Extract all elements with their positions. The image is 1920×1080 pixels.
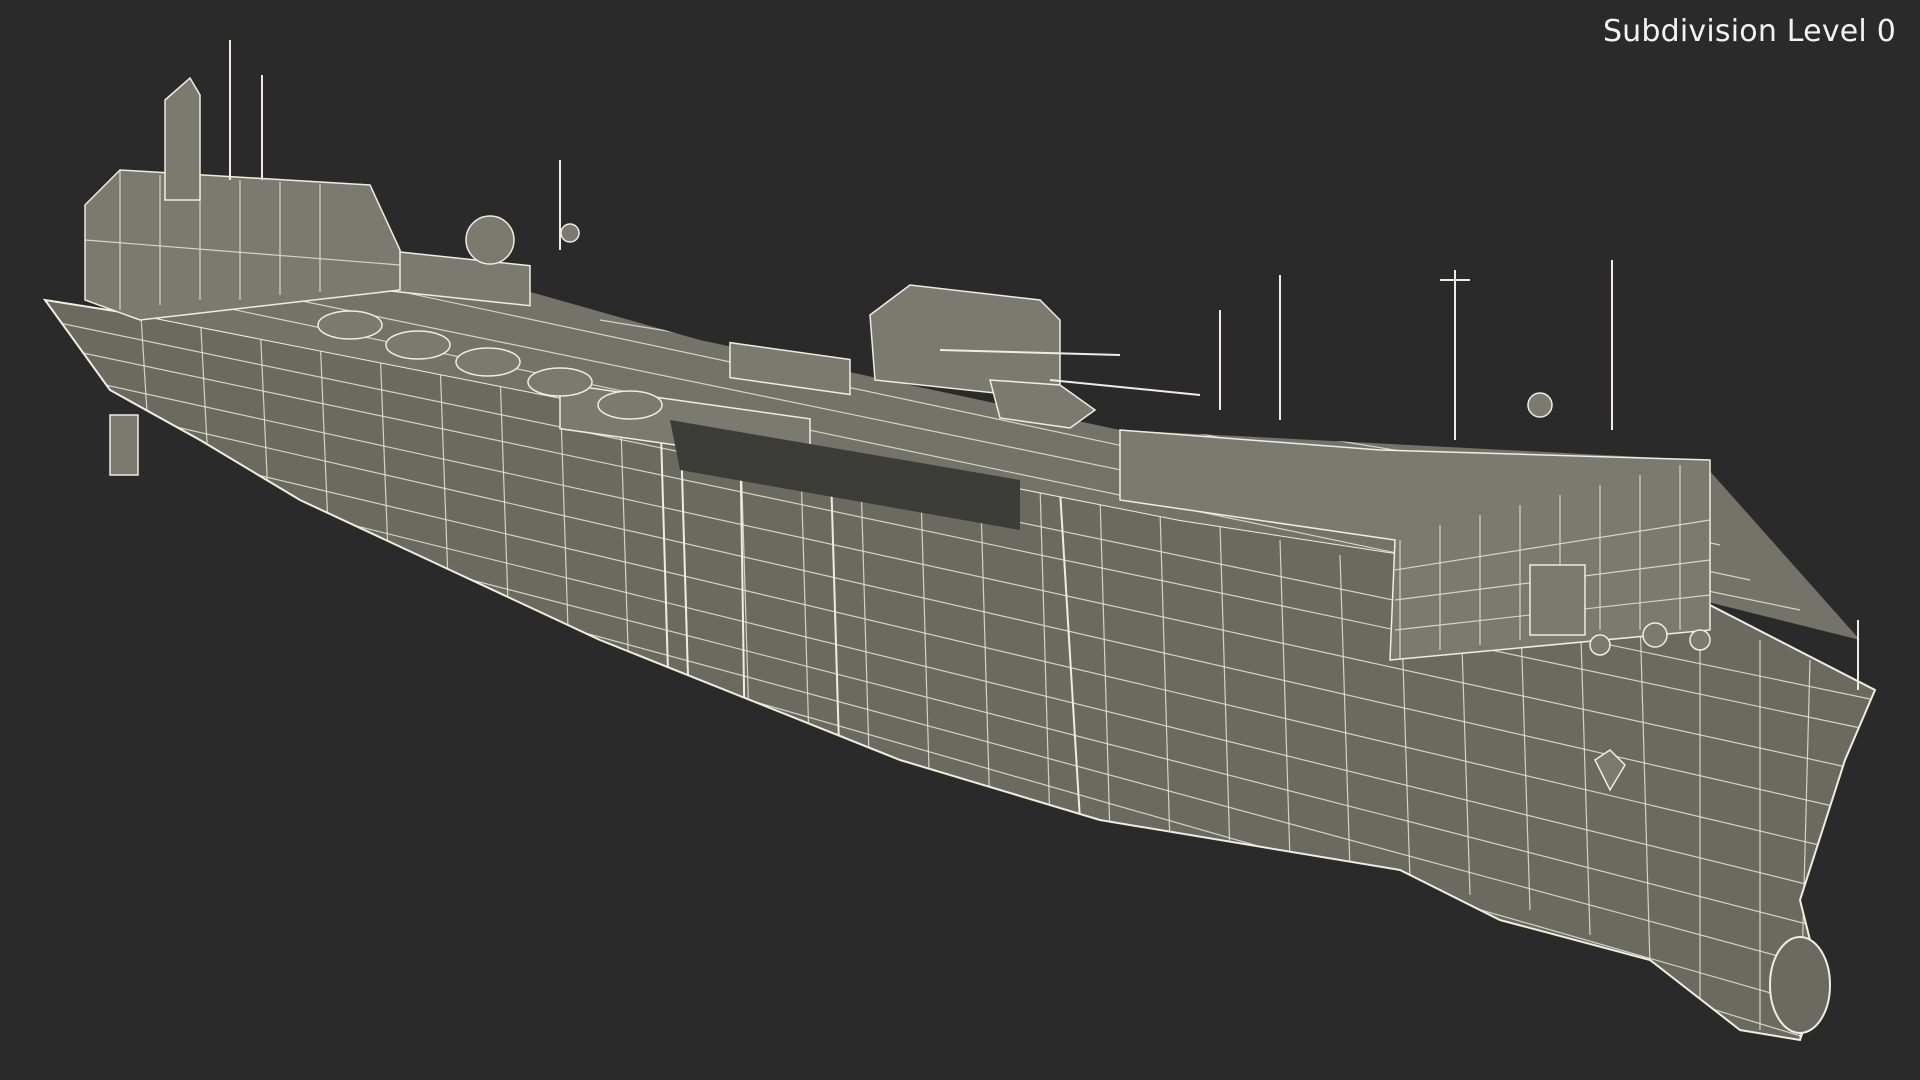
lifeboat xyxy=(527,367,593,397)
forward-masts xyxy=(1219,260,1613,440)
lifeboat xyxy=(455,347,521,377)
radar-dome-small xyxy=(560,223,580,243)
subdivision-level-label: Subdivision Level 0 xyxy=(1602,14,1896,49)
winch xyxy=(1642,622,1668,648)
rudder xyxy=(109,414,139,476)
radar-dome-forward xyxy=(1527,392,1553,418)
render-viewport: Subdivision Level 0 xyxy=(0,0,1920,1080)
winch xyxy=(1689,629,1711,651)
deck-house xyxy=(1529,564,1586,636)
ship-wireframe-render xyxy=(42,40,1877,1042)
winch xyxy=(1589,634,1611,656)
lifeboat xyxy=(317,310,383,340)
lifeboat xyxy=(597,390,663,420)
funnel xyxy=(164,76,201,201)
bulbous-bow xyxy=(1769,936,1831,1034)
lifeboat xyxy=(385,330,451,360)
radar-dome-aft xyxy=(465,215,515,265)
